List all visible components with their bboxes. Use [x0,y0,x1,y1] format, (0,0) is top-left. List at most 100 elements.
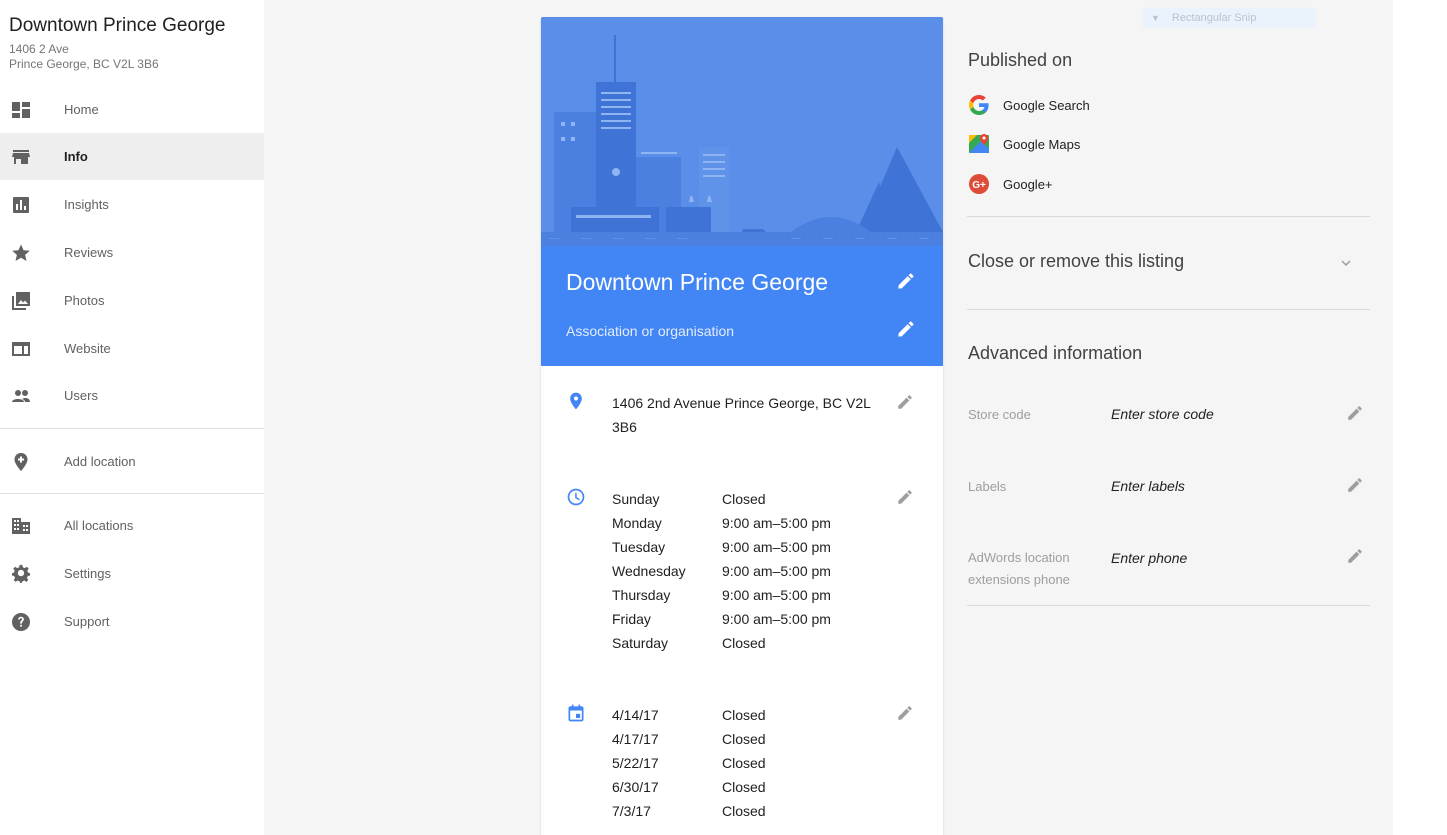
edit-address-button[interactable] [896,393,918,415]
special-hours-value: Closed [722,779,766,795]
published-label: Google Maps [1003,136,1081,152]
hours-row: Monday 9:00 am–5:00 pm [612,511,872,535]
left-gutter [264,0,517,835]
hours-value: Closed [722,491,766,507]
star-icon [10,242,32,264]
hours-day: Saturday [612,635,669,651]
sidebar-item-label: Info [64,149,88,164]
hours-row: Friday 9:00 am–5:00 pm [612,607,872,631]
sidebar-item-label: All locations [64,518,134,533]
special-hours-date: 7/3/17 [612,803,651,819]
sidebar-item-info[interactable]: Info [0,133,264,180]
special-hours-value: Closed [722,755,766,771]
pencil-icon [898,706,912,720]
edit-labels-button[interactable] [1346,476,1368,498]
store-code-field[interactable]: Enter store code [1111,406,1214,422]
hours-value: 9:00 am–5:00 pm [722,611,831,627]
store-icon [10,146,32,168]
published-google-plus[interactable]: G+ Google+ [968,172,1053,196]
sidebar-item-label: Insights [64,197,109,212]
sidebar-item-support[interactable]: Support [0,598,264,645]
special-hours-table: 4/14/17 Closed 4/17/17 Closed 5/22/17 Close… [612,703,872,823]
hours-day: Wednesday [612,563,686,579]
sidebar-item-all-locations[interactable]: All locations [0,502,264,549]
photos-icon [10,290,32,312]
hours-row: Wednesday 9:00 am–5:00 pm [612,559,872,583]
add-location-icon [10,451,32,473]
cover-photo [541,17,943,246]
sidebar-item-label: Users [64,388,98,403]
sidebar-item-label: Support [64,614,110,629]
sidebar-item-home[interactable]: Home [0,86,264,133]
sidebar-item-label: Photos [64,293,105,308]
labels-label: Labels [968,479,1007,494]
gear-icon [10,563,32,585]
hours-value: 9:00 am–5:00 pm [722,539,831,555]
special-hours-row: 6/30/17 Closed [612,775,872,799]
adwords-phone-field[interactable]: Enter phone [1111,550,1187,566]
special-hours-date: 6/30/17 [612,779,659,795]
special-hours-row: 7/3/17 Closed [612,799,872,823]
business-address-line2: Prince George, BC V2L 3B6 [9,57,159,71]
sidebar-item-insights[interactable]: Insights [0,181,264,228]
help-icon [10,611,32,633]
pencil-icon [898,273,914,289]
hours-row: Thursday 9:00 am–5:00 pm [612,583,872,607]
sidebar-item-settings[interactable]: Settings [0,550,264,597]
published-label: Google Search [1003,97,1090,113]
published-label: Google+ [1003,176,1053,192]
sidebar-item-reviews[interactable]: Reviews [0,229,264,276]
special-hours-value: Closed [722,707,766,723]
hours-row: Sunday Closed [612,487,872,511]
clock-icon [566,487,586,507]
hours-day: Tuesday [612,539,666,555]
hours-value: 9:00 am–5:00 pm [722,515,831,531]
sidebar-item-add-location[interactable]: Add location [0,438,264,485]
sidebar-item-label: Add location [64,454,136,469]
edit-store-code-button[interactable] [1346,404,1368,426]
edit-hours-button[interactable] [896,488,918,510]
sidebar-item-website[interactable]: Website [0,325,264,372]
users-icon [10,385,32,407]
snipping-tool-overlay: ▼ Rectangular Snip [1142,7,1317,28]
special-hours-value: Closed [722,803,766,819]
chevron-down-icon[interactable] [1337,254,1355,272]
edit-adwords-phone-button[interactable] [1346,547,1368,569]
labels-field[interactable]: Enter labels [1111,478,1185,494]
hours-day: Thursday [612,587,671,603]
dropdown-arrow-icon: ▼ [1151,12,1160,23]
adwords-phone-label: AdWords location extensions phone [968,550,1070,587]
section-divider [967,605,1370,606]
sidebar-item-users[interactable]: Users [0,372,264,419]
sidebar-item-label: Settings [64,566,111,581]
insights-icon [10,194,32,216]
business-name: Downtown Prince George [9,15,226,36]
special-hours-value: Closed [722,731,766,747]
google-maps-icon [968,133,990,155]
pencil-icon [898,321,914,337]
svg-text:G+: G+ [972,180,986,191]
google-plus-icon: G+ [968,173,990,195]
city-illustration [541,17,943,246]
sidebar-item-label: Reviews [64,245,114,260]
edit-special-hours-button[interactable] [896,704,918,726]
calendar-icon [566,703,586,723]
pencil-icon [1348,549,1362,563]
sidebar-item-label: Website [64,341,111,356]
sidebar: Downtown Prince George 1406 2 Ave Prince… [0,0,264,835]
close-listing-title[interactable]: Close or remove this listing [968,251,1184,272]
hours-day: Friday [612,611,651,627]
google-search-icon [968,94,990,116]
published-google-maps[interactable]: Google Maps [968,132,1080,156]
address-text: 1406 2nd Avenue Prince George, BC V2L 3B… [612,395,871,435]
hours-day: Sunday [612,491,660,507]
special-hours-date: 4/14/17 [612,707,659,723]
edit-category-button[interactable] [896,319,918,341]
sidebar-item-label: Home [64,102,99,117]
published-google-search[interactable]: Google Search [968,93,1090,117]
building-icon [10,515,32,537]
sidebar-item-photos[interactable]: Photos [0,277,264,324]
sidebar-divider [0,493,264,494]
edit-name-button[interactable] [896,271,918,293]
title-band: Downtown Prince George Association or or… [541,246,943,366]
